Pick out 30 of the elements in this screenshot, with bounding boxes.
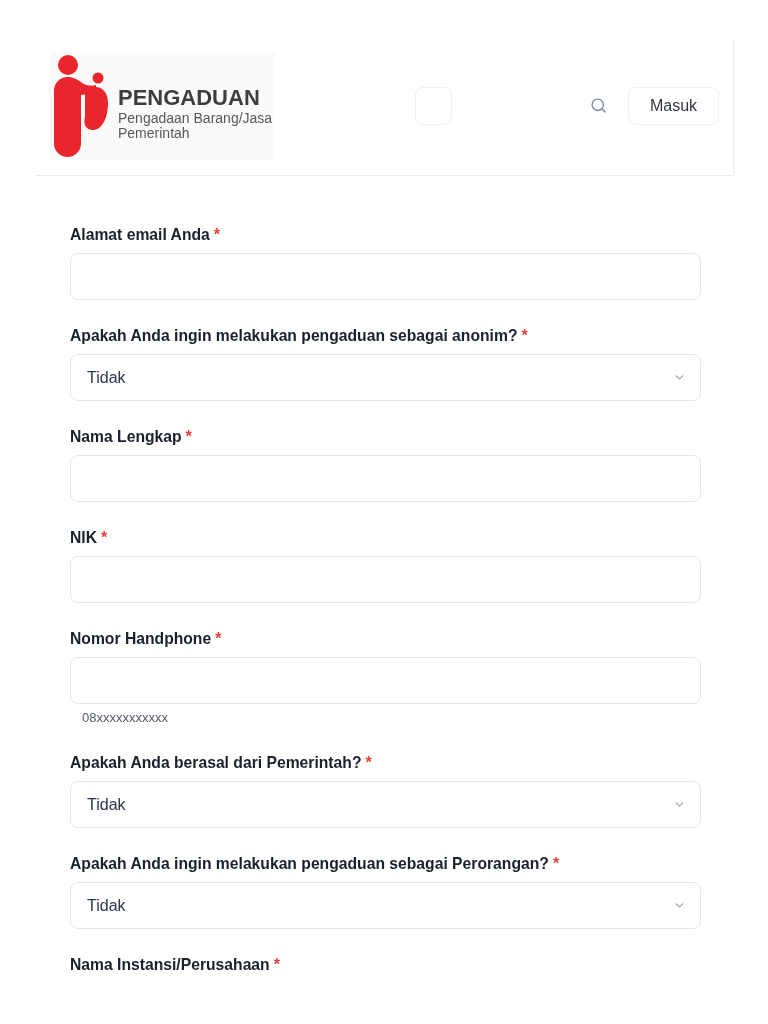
dropdown-field[interactable]: Tidak	[70, 882, 701, 929]
field-label: Nama Instansi/Perusahaan	[70, 955, 270, 975]
dropdown-field[interactable]: Tidak	[70, 354, 701, 401]
field-label: Alamat email Anda	[70, 225, 210, 245]
logo-subtitle: Pengadaan Barang/Jasa	[118, 111, 273, 126]
field-label: Apakah Anda ingin melakukan pengaduan sebagai Perorangan?	[70, 854, 549, 874]
required-asterisk: *	[365, 753, 372, 773]
text-input-field[interactable]	[70, 253, 701, 300]
search-icon[interactable]	[590, 97, 607, 114]
text-input-field[interactable]	[70, 556, 701, 603]
field-label: Nama Lengkap	[70, 427, 182, 447]
field-label: NIK	[70, 528, 98, 548]
dropdown-field[interactable]: Tidak	[70, 781, 701, 828]
required-asterisk: *	[521, 326, 528, 346]
logo-title: PENGADUAN	[118, 85, 261, 111]
logo-subtitle: Pemerintah	[118, 126, 191, 141]
required-asterisk: *	[101, 528, 108, 548]
required-asterisk: *	[273, 955, 280, 975]
field-label: Apakah Anda berasal dari Pemerintah?	[70, 753, 362, 773]
required-asterisk: *	[213, 225, 220, 245]
field-label: Apakah Anda ingin melakukan pengaduan sebagai anonim?	[70, 326, 518, 346]
text-input-field[interactable]	[70, 657, 701, 704]
logo-figure-icon	[52, 55, 108, 157]
field-label: Nomor Handphone	[70, 629, 212, 649]
text-input-field[interactable]	[70, 455, 701, 502]
login-button[interactable]: Masuk	[628, 87, 719, 125]
helper-text: 08xxxxxxxxxxx	[82, 709, 168, 727]
required-asterisk: *	[185, 427, 192, 447]
required-asterisk: *	[552, 854, 560, 874]
required-asterisk: *	[215, 629, 222, 649]
